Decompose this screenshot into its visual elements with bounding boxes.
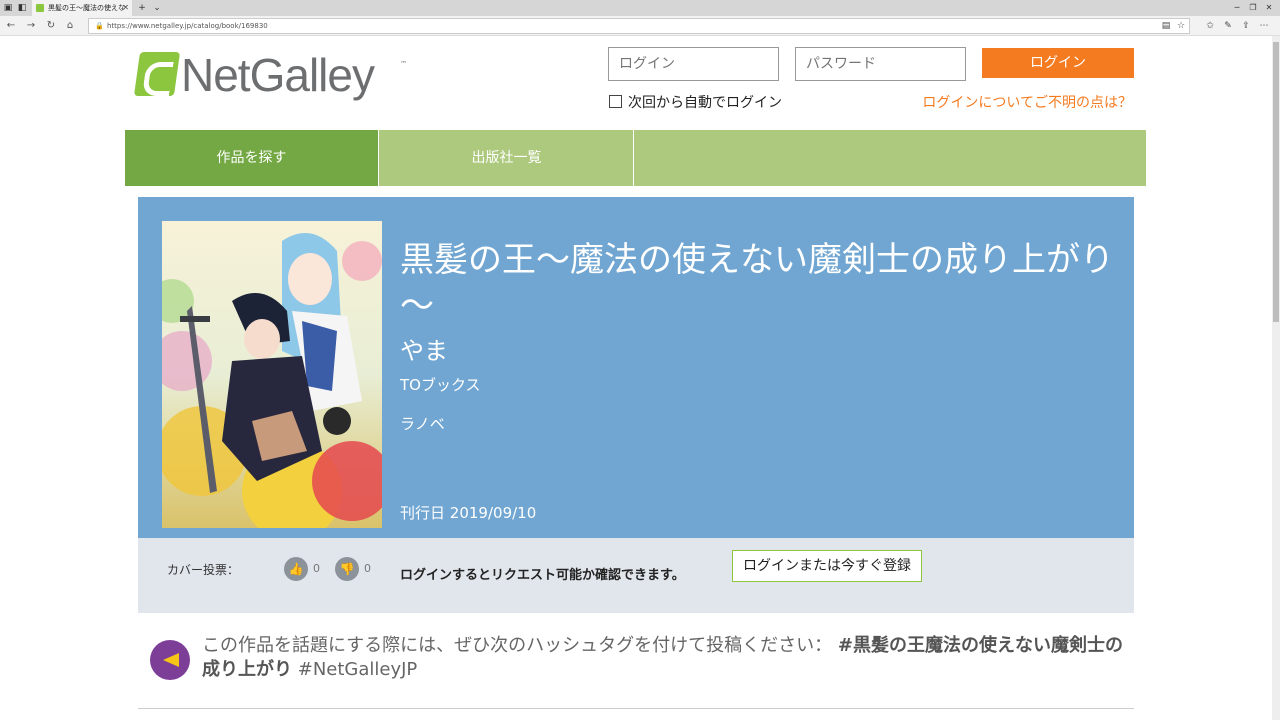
- thumbs-down-icon[interactable]: 👎: [335, 557, 359, 581]
- login-or-register-button[interactable]: ログインまたは今すぐ登録: [732, 550, 922, 582]
- remember-me[interactable]: 次回から自動でログイン: [609, 94, 782, 112]
- hashtag-prefix: この作品を話題にする際には、ぜひ次のハッシュタグを付けて投稿ください：: [202, 635, 833, 656]
- book-release-date: 刊行日 2019/09/10: [400, 502, 536, 523]
- restore-icon[interactable]: ❐: [1246, 2, 1260, 14]
- new-tab-icon[interactable]: +: [136, 2, 148, 14]
- minimize-icon[interactable]: ─: [1230, 2, 1244, 14]
- close-tab-icon[interactable]: ✕: [122, 0, 129, 16]
- book-cover-image[interactable]: [162, 221, 382, 528]
- login-request-message: ログインするとリクエスト可能か確認できます。: [400, 568, 685, 583]
- address-bar-row: ← → ↻ ⌂ 🔒 https://www.netgalley.jp/catal…: [0, 16, 1280, 36]
- book-title: 黒髪の王～魔法の使えない魔剣士の成り上がり～: [400, 240, 1114, 326]
- url-text: https://www.netgalley.jp/catalog/book/16…: [107, 22, 268, 30]
- netgalley-logo-mark-icon: [133, 52, 181, 96]
- login-username-input[interactable]: [608, 47, 779, 81]
- nav-empty: [635, 130, 1146, 186]
- page-scrollbar[interactable]: [1272, 36, 1280, 720]
- favorite-star-icon[interactable]: ☆: [1175, 20, 1187, 32]
- hashtag-netgalley: #NetGalleyJP: [297, 659, 418, 680]
- book-author[interactable]: やま: [400, 331, 448, 366]
- login-button[interactable]: ログイン: [982, 48, 1134, 78]
- tab-title: 黒髪の王～魔法の使えな: [48, 4, 125, 12]
- book-detail: 黒髪の王～魔法の使えない魔剣士の成り上がり～ やま TOブックス ラノベ 刊行日…: [138, 197, 1134, 538]
- netgalley-logo[interactable]: NetGalley ™: [133, 48, 417, 102]
- release-date-label: 刊行日: [400, 504, 446, 522]
- nav-publishers[interactable]: 出版社一覧: [380, 130, 634, 186]
- thumbs-up-icon[interactable]: 👍: [284, 557, 308, 581]
- forward-icon[interactable]: →: [25, 20, 37, 32]
- logo-text: NetGalley: [181, 49, 375, 101]
- home-icon[interactable]: ⌂: [64, 20, 76, 32]
- cover-vote-bar: カバー投票： 👍 0 👎 0 ログインするとリクエスト可能か確認できます。 ログ…: [138, 538, 1134, 613]
- remember-checkbox[interactable]: [609, 95, 622, 108]
- logo-trademark: ™: [400, 60, 407, 68]
- main-nav: 作品を探す 出版社一覧: [125, 130, 1146, 186]
- refresh-icon[interactable]: ↻: [45, 20, 57, 32]
- tab-actions-icon[interactable]: ▣: [2, 2, 14, 14]
- set-aside-tabs-icon[interactable]: ◧: [16, 2, 28, 14]
- netgalley-favicon-icon: [36, 4, 44, 12]
- book-publisher[interactable]: TOブックス: [400, 374, 481, 395]
- browser-tab-bar: ▣ ◧ 黒髪の王～魔法の使えな ✕ + ⌄ ─ ❐ ✕: [0, 0, 1280, 16]
- window-close-icon[interactable]: ✕: [1262, 2, 1276, 14]
- section-divider: [138, 708, 1134, 709]
- notes-pen-icon[interactable]: ✎: [1222, 20, 1234, 32]
- remember-label: 次回から自動でログイン: [628, 95, 782, 111]
- share-icon[interactable]: ⇪: [1240, 20, 1252, 32]
- nav-find-titles[interactable]: 作品を探す: [125, 130, 379, 186]
- hashtag-text: この作品を話題にする際には、ぜひ次のハッシュタグを付けて投稿ください： #黒髪の…: [202, 634, 1132, 682]
- reading-view-icon[interactable]: ▤: [1160, 20, 1172, 32]
- login-password-input[interactable]: [795, 47, 966, 81]
- tab-list-chevron-icon[interactable]: ⌄: [151, 2, 163, 14]
- scrollbar-thumb[interactable]: [1273, 42, 1279, 322]
- lock-icon: 🔒: [95, 22, 104, 30]
- megaphone-icon: [150, 640, 190, 680]
- url-field[interactable]: 🔒 https://www.netgalley.jp/catalog/book/…: [88, 18, 1190, 34]
- release-date-value: 2019/09/10: [449, 504, 537, 522]
- login-help-link[interactable]: ログインについてご不明の点は？: [922, 94, 1132, 112]
- browser-tab[interactable]: 黒髪の王～魔法の使えな ✕: [32, 0, 132, 16]
- thumbs-up-count: 0: [313, 562, 320, 575]
- book-genre[interactable]: ラノベ: [400, 413, 445, 434]
- more-menu-icon[interactable]: ⋯: [1258, 20, 1270, 32]
- favorites-hub-icon[interactable]: ✩: [1204, 20, 1216, 32]
- thumbs-down-count: 0: [364, 562, 371, 575]
- cover-vote-label: カバー投票：: [167, 563, 240, 577]
- back-icon[interactable]: ←: [5, 20, 17, 32]
